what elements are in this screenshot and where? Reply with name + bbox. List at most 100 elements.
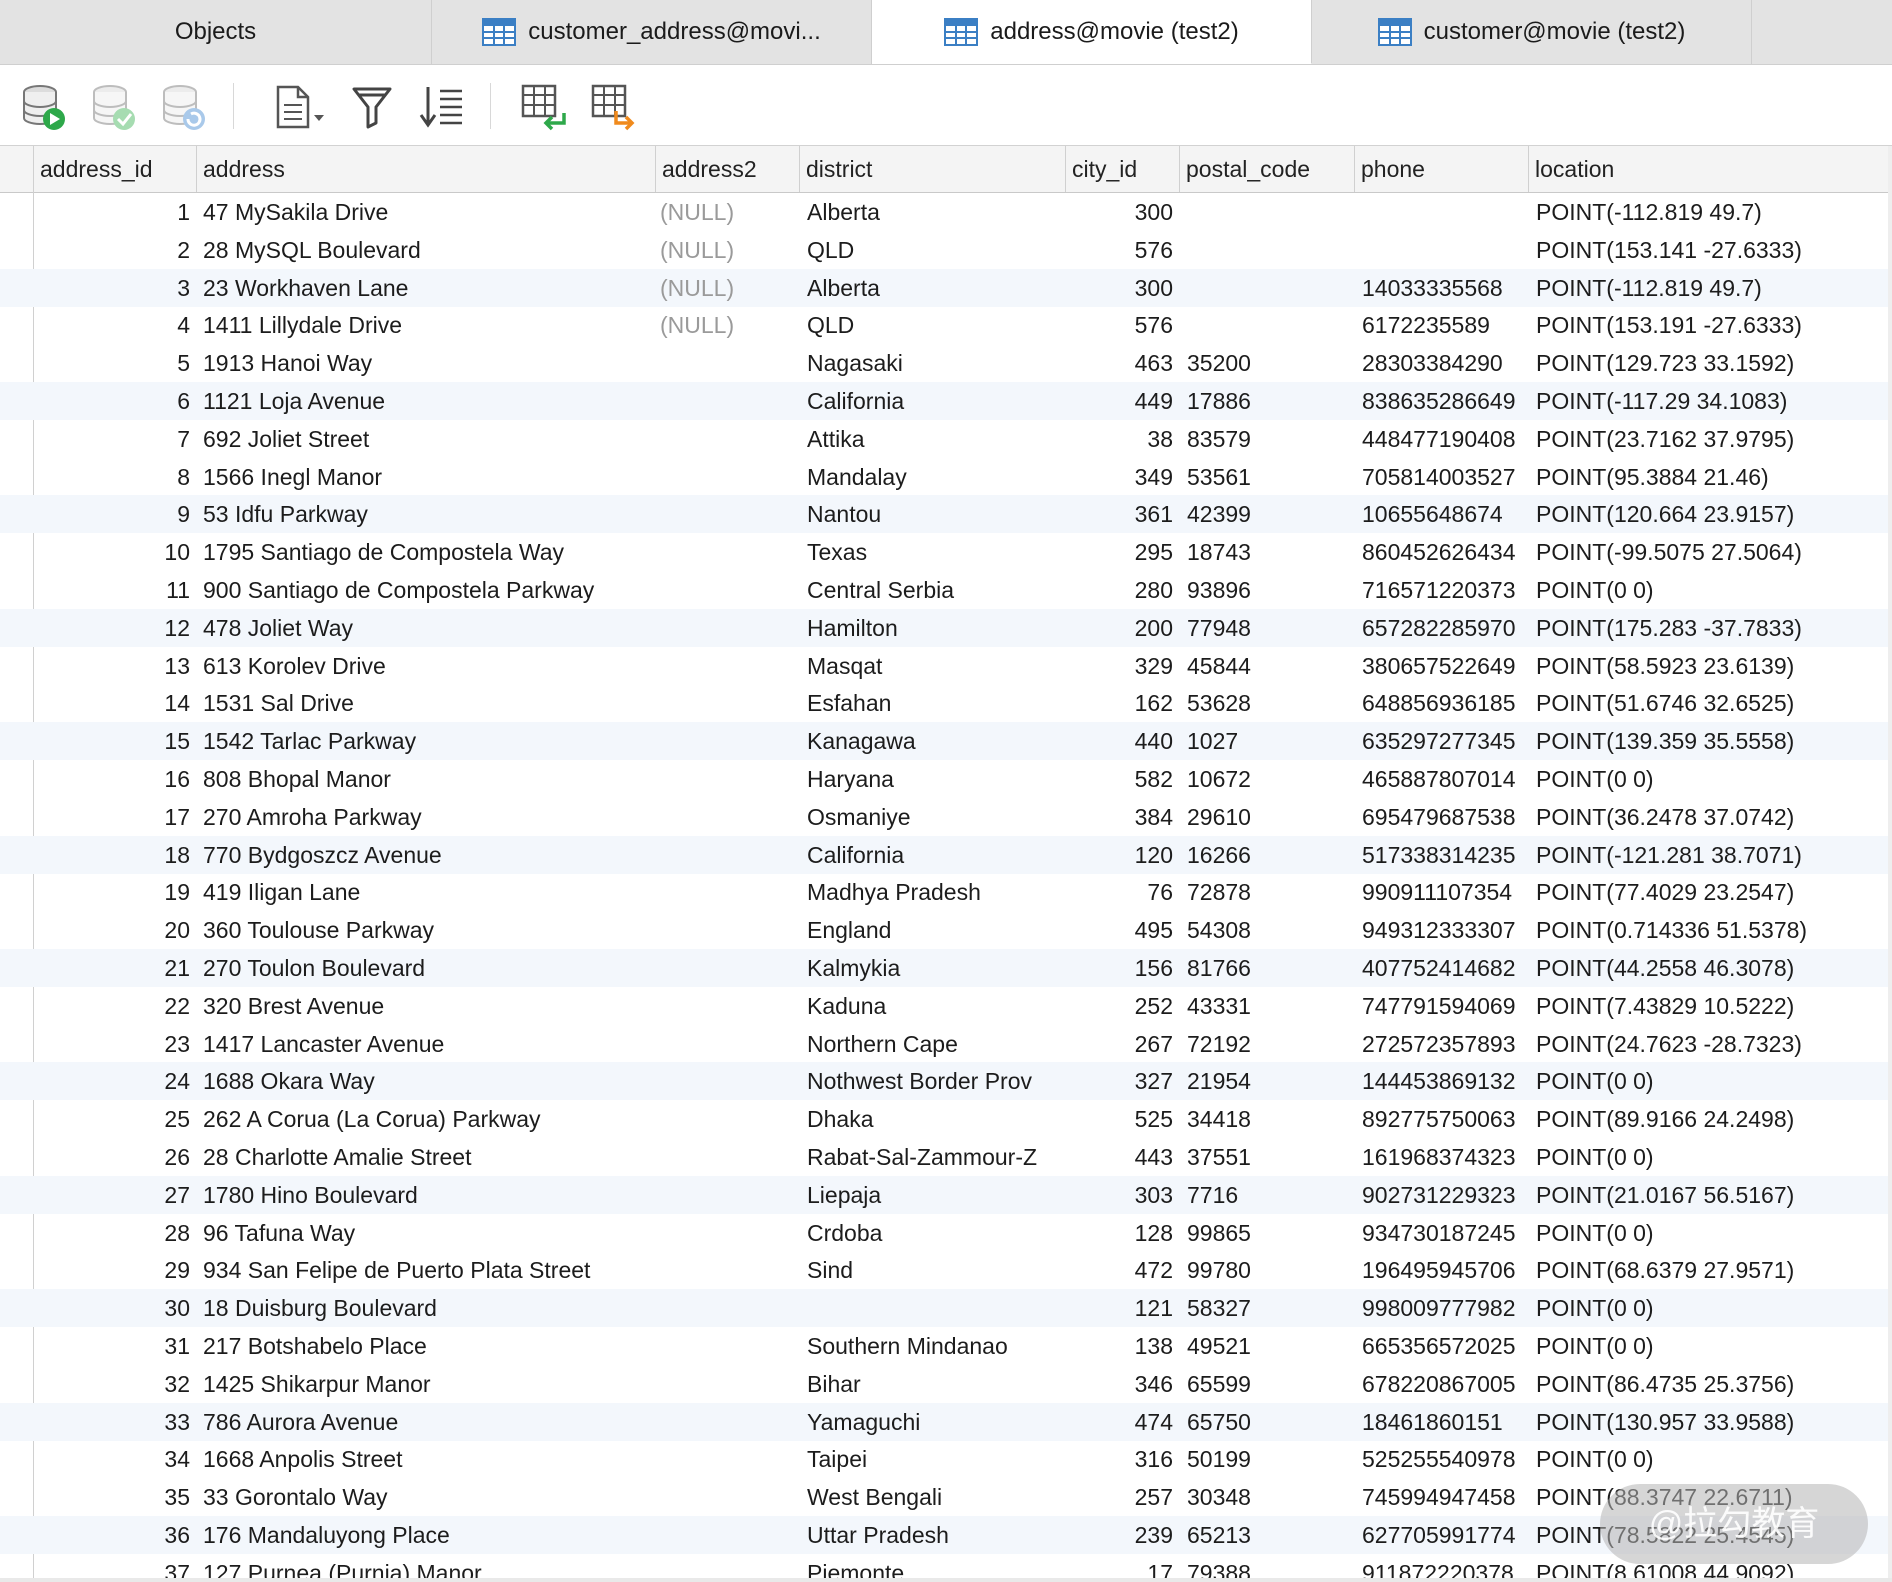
cell-postal-code[interactable] xyxy=(1187,306,1347,344)
cell-address2[interactable] xyxy=(660,1478,790,1516)
table-row[interactable]: 27 1780 Hino Boulevard Liepaja 303 7716 90273… xyxy=(0,1175,1892,1214)
cell-district[interactable]: Madhya Pradesh xyxy=(807,873,1057,911)
cell-location[interactable]: POINT(0 0) xyxy=(1536,1138,1892,1176)
cell-postal-code[interactable]: 65750 xyxy=(1187,1403,1347,1441)
table-row[interactable]: 23 1417 Lancaster Avenue Northern Cape 267 7… xyxy=(0,1025,1892,1063)
cell-address2[interactable] xyxy=(660,571,790,609)
cell-district[interactable]: Masqat xyxy=(807,647,1057,685)
table-row[interactable]: 26 28 Charlotte Amalie Street Rabat-Sal-Za… xyxy=(0,1138,1892,1176)
cell-address[interactable]: 33 Gorontalo Way xyxy=(203,1478,653,1516)
cell-address[interactable]: 613 Korolev Drive xyxy=(203,647,653,685)
table-row[interactable]: 32 1425 Shikarpur Manor Bihar 346 65599 67822… xyxy=(0,1365,1892,1403)
cell-phone[interactable]: 635297277345 xyxy=(1362,722,1524,760)
cell-location[interactable]: POINT(-112.819 49.7) xyxy=(1536,269,1892,307)
cell-city-id[interactable]: 267 xyxy=(1063,1025,1173,1063)
cell-district[interactable]: California xyxy=(807,382,1057,420)
table-row[interactable]: 4 1411 Lillydale Drive (NULL) QLD 576 6172235… xyxy=(0,306,1892,344)
cell-address[interactable]: 1566 Inegl Manor xyxy=(203,458,653,496)
cell-city-id[interactable]: 252 xyxy=(1063,987,1173,1025)
cell-address[interactable]: 270 Amroha Parkway xyxy=(203,798,653,836)
table-row[interactable]: 13 613 Korolev Drive Masqat 329 45844 3806575… xyxy=(0,647,1892,685)
column-header-location[interactable]: location xyxy=(1528,146,1888,192)
cell-city-id[interactable]: 346 xyxy=(1063,1365,1173,1403)
cell-location[interactable]: POINT(-117.29 34.1083) xyxy=(1536,382,1892,420)
cell-phone[interactable]: 892775750063 xyxy=(1362,1100,1524,1138)
cell-city-id[interactable]: 200 xyxy=(1063,609,1173,647)
table-row[interactable]: 8 1566 Inegl Manor Mandalay 349 53561 7058140… xyxy=(0,458,1892,496)
cell-location[interactable]: POINT(139.359 35.5558) xyxy=(1536,722,1892,760)
cell-address2[interactable] xyxy=(660,1403,790,1441)
cell-address-id[interactable]: 1 xyxy=(34,193,190,231)
cell-address2[interactable] xyxy=(660,987,790,1025)
cell-address[interactable]: 28 Charlotte Amalie Street xyxy=(203,1138,653,1176)
cell-address2[interactable] xyxy=(660,836,790,874)
table-row[interactable]: 33 786 Aurora Avenue Yamaguchi 474 65750 1846… xyxy=(0,1402,1892,1441)
cell-address-id[interactable]: 34 xyxy=(34,1440,190,1478)
table-row[interactable]: 17 270 Amroha Parkway Osmaniye 384 29610 6954… xyxy=(0,798,1892,836)
cell-postal-code[interactable]: 21954 xyxy=(1187,1062,1347,1100)
table-row[interactable]: 12 478 Joliet Way Hamilton 200 77948 65728228… xyxy=(0,608,1892,647)
cell-address[interactable]: 1780 Hino Boulevard xyxy=(203,1176,653,1214)
cell-district[interactable]: Osmaniye xyxy=(807,798,1057,836)
cell-address-id[interactable]: 16 xyxy=(34,760,190,798)
cell-location[interactable]: POINT(120.664 23.9157) xyxy=(1536,495,1892,533)
cell-postal-code[interactable]: 50199 xyxy=(1187,1440,1347,1478)
cell-phone[interactable]: 517338314235 xyxy=(1362,836,1524,874)
cell-address[interactable]: 18 Duisburg Boulevard xyxy=(203,1289,653,1327)
cell-postal-code[interactable]: 65213 xyxy=(1187,1516,1347,1554)
cell-postal-code[interactable]: 53561 xyxy=(1187,458,1347,496)
cell-postal-code[interactable]: 83579 xyxy=(1187,420,1347,458)
cell-phone[interactable]: 161968374323 xyxy=(1362,1138,1524,1176)
cell-address2[interactable] xyxy=(660,1251,790,1289)
cell-postal-code[interactable]: 1027 xyxy=(1187,722,1347,760)
cell-district[interactable]: Dhaka xyxy=(807,1100,1057,1138)
cell-address-id[interactable]: 3 xyxy=(34,269,190,307)
cell-district[interactable]: Central Serbia xyxy=(807,571,1057,609)
cell-location[interactable]: POINT(89.9166 24.2498) xyxy=(1536,1100,1892,1138)
cell-phone[interactable] xyxy=(1362,193,1524,231)
cell-city-id[interactable]: 474 xyxy=(1063,1403,1173,1441)
cell-address-id[interactable]: 14 xyxy=(34,684,190,722)
cell-postal-code[interactable]: 16266 xyxy=(1187,836,1347,874)
cell-location[interactable]: POINT(153.191 -27.6333) xyxy=(1536,306,1892,344)
cell-city-id[interactable]: 300 xyxy=(1063,269,1173,307)
cell-address[interactable]: 127 Purnea (Purnia) Manor xyxy=(203,1554,653,1578)
cell-location[interactable]: POINT(0 0) xyxy=(1536,1289,1892,1327)
cell-address-id[interactable]: 8 xyxy=(34,458,190,496)
cell-district[interactable]: Alberta xyxy=(807,193,1057,231)
cell-district[interactable]: Taipei xyxy=(807,1440,1057,1478)
cell-postal-code[interactable]: 99780 xyxy=(1187,1251,1347,1289)
cell-phone[interactable]: 838635286649 xyxy=(1362,382,1524,420)
column-header-district[interactable]: district xyxy=(799,146,1065,192)
cell-city-id[interactable]: 349 xyxy=(1063,458,1173,496)
cell-phone[interactable]: 648856936185 xyxy=(1362,684,1524,722)
cell-phone[interactable]: 525255540978 xyxy=(1362,1440,1524,1478)
cell-address-id[interactable]: 22 xyxy=(34,987,190,1025)
cell-city-id[interactable]: 162 xyxy=(1063,684,1173,722)
cell-phone[interactable]: 144453869132 xyxy=(1362,1062,1524,1100)
cell-address-id[interactable]: 35 xyxy=(34,1478,190,1516)
cell-address2[interactable] xyxy=(660,382,790,420)
cell-location[interactable]: POINT(58.5923 23.6139) xyxy=(1536,647,1892,685)
cell-location[interactable]: POINT(68.6379 27.9571) xyxy=(1536,1251,1892,1289)
tab-customer-address[interactable]: customer_address@movi... xyxy=(432,0,872,64)
cell-address2[interactable] xyxy=(660,911,790,949)
db-run-icon[interactable] xyxy=(20,83,68,131)
cell-location[interactable]: POINT(0 0) xyxy=(1536,1214,1892,1252)
cell-phone[interactable] xyxy=(1362,231,1524,269)
column-header-address-id[interactable]: address_id xyxy=(33,146,196,192)
cell-district[interactable]: Kalmykia xyxy=(807,949,1057,987)
column-header-address[interactable]: address xyxy=(196,146,655,192)
cell-address2[interactable] xyxy=(660,1025,790,1063)
cell-address2[interactable] xyxy=(660,1289,790,1327)
cell-district[interactable]: Hamilton xyxy=(807,609,1057,647)
cell-district[interactable]: West Bengali xyxy=(807,1478,1057,1516)
cell-address-id[interactable]: 36 xyxy=(34,1516,190,1554)
table-row[interactable]: 37 127 Purnea (Purnia) Manor Piemonte 17 793… xyxy=(0,1554,1892,1578)
cell-city-id[interactable]: 582 xyxy=(1063,760,1173,798)
cell-address-id[interactable]: 7 xyxy=(34,420,190,458)
db-commit-icon[interactable] xyxy=(90,83,138,131)
cell-district[interactable]: England xyxy=(807,911,1057,949)
cell-city-id[interactable]: 121 xyxy=(1063,1289,1173,1327)
cell-location[interactable]: POINT(95.3884 21.46) xyxy=(1536,458,1892,496)
